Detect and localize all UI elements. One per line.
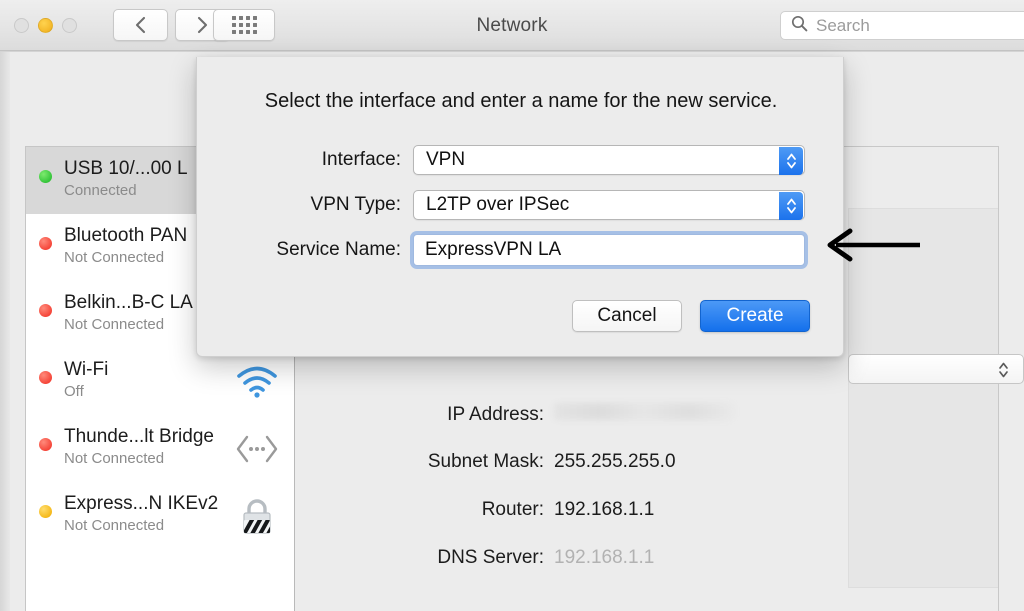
vpn-type-label: VPN Type: bbox=[310, 193, 401, 215]
service-name-input[interactable]: ExpressVPN LA bbox=[413, 233, 805, 266]
field-value: 255.255.255.0 bbox=[554, 451, 676, 472]
field-row-router: Router: 192.168.1.1 bbox=[296, 499, 999, 547]
search-field[interactable]: Search bbox=[780, 11, 1024, 40]
vpn-lock-icon bbox=[234, 496, 280, 536]
interface-select[interactable]: VPN bbox=[413, 144, 805, 175]
status-dot-icon bbox=[39, 505, 52, 518]
field-value: 192.168.1.1 bbox=[554, 499, 655, 520]
search-icon bbox=[791, 15, 808, 37]
service-name-label: Service Name: bbox=[276, 238, 401, 260]
window-titlebar: Network Search bbox=[0, 0, 1024, 51]
field-label: Subnet Mask: bbox=[427, 451, 544, 472]
vpn-type-select[interactable]: L2TP over IPSec bbox=[413, 189, 805, 220]
chevron-updown-icon bbox=[779, 146, 803, 175]
interface-row: Interface: VPN bbox=[197, 137, 845, 182]
interface-label: Interface: bbox=[321, 148, 401, 170]
list-item[interactable]: Wi-Fi Off bbox=[26, 348, 294, 415]
field-row-dns-server: DNS Server: 192.168.1.1 bbox=[296, 547, 999, 595]
sheet-instruction-text: Select the interface and enter a name fo… bbox=[264, 90, 778, 112]
field-value-redacted bbox=[554, 403, 734, 420]
cancel-button[interactable]: Cancel bbox=[572, 300, 682, 332]
configure-popup-button[interactable] bbox=[848, 354, 1024, 384]
status-dot-icon bbox=[39, 438, 52, 451]
list-item[interactable]: Express...N IKEv2 Not Connected bbox=[26, 482, 294, 549]
vpn-type-selected-value: L2TP over IPSec bbox=[426, 193, 570, 215]
status-dot-icon bbox=[39, 371, 52, 384]
wifi-icon bbox=[234, 362, 280, 402]
field-value: 192.168.1.1 bbox=[554, 547, 655, 568]
interface-selected-value: VPN bbox=[426, 148, 466, 170]
status-dot-icon bbox=[39, 170, 52, 183]
field-label: IP Address: bbox=[447, 404, 544, 425]
field-row-ip-address: IP Address: bbox=[296, 403, 999, 451]
vpn-type-row: VPN Type: L2TP over IPSec bbox=[197, 182, 845, 227]
ip-configuration-fields: IP Address: Subnet Mask: 255.255.255.0 R… bbox=[296, 403, 999, 611]
sheet-form: Interface: VPN VPN Type: L2TP over IPSec bbox=[197, 137, 845, 272]
search-placeholder: Search bbox=[816, 15, 870, 35]
sheet-action-buttons: Cancel Create bbox=[572, 300, 810, 332]
field-label: Router: bbox=[481, 499, 544, 520]
create-button[interactable]: Create bbox=[700, 300, 810, 332]
list-item[interactable]: Thunde...lt Bridge Not Connected bbox=[26, 415, 294, 482]
annotation-left-arrow-icon bbox=[824, 228, 924, 262]
thunderbolt-bridge-icon bbox=[234, 429, 280, 469]
network-preferences-window: Network Search USB 10/...00 L Connected … bbox=[0, 0, 1024, 611]
chevron-updown-icon bbox=[779, 191, 803, 220]
service-name-row: Service Name: ExpressVPN LA bbox=[197, 227, 845, 272]
field-row-subnet-mask: Subnet Mask: 255.255.255.0 bbox=[296, 451, 999, 499]
new-service-sheet: Select the interface and enter a name fo… bbox=[196, 57, 844, 357]
status-dot-icon bbox=[39, 237, 52, 250]
stepper-chevrons-icon bbox=[998, 359, 1009, 386]
status-dot-icon bbox=[39, 304, 52, 317]
field-label: DNS Server: bbox=[437, 547, 544, 568]
service-name-value: ExpressVPN LA bbox=[425, 238, 562, 260]
